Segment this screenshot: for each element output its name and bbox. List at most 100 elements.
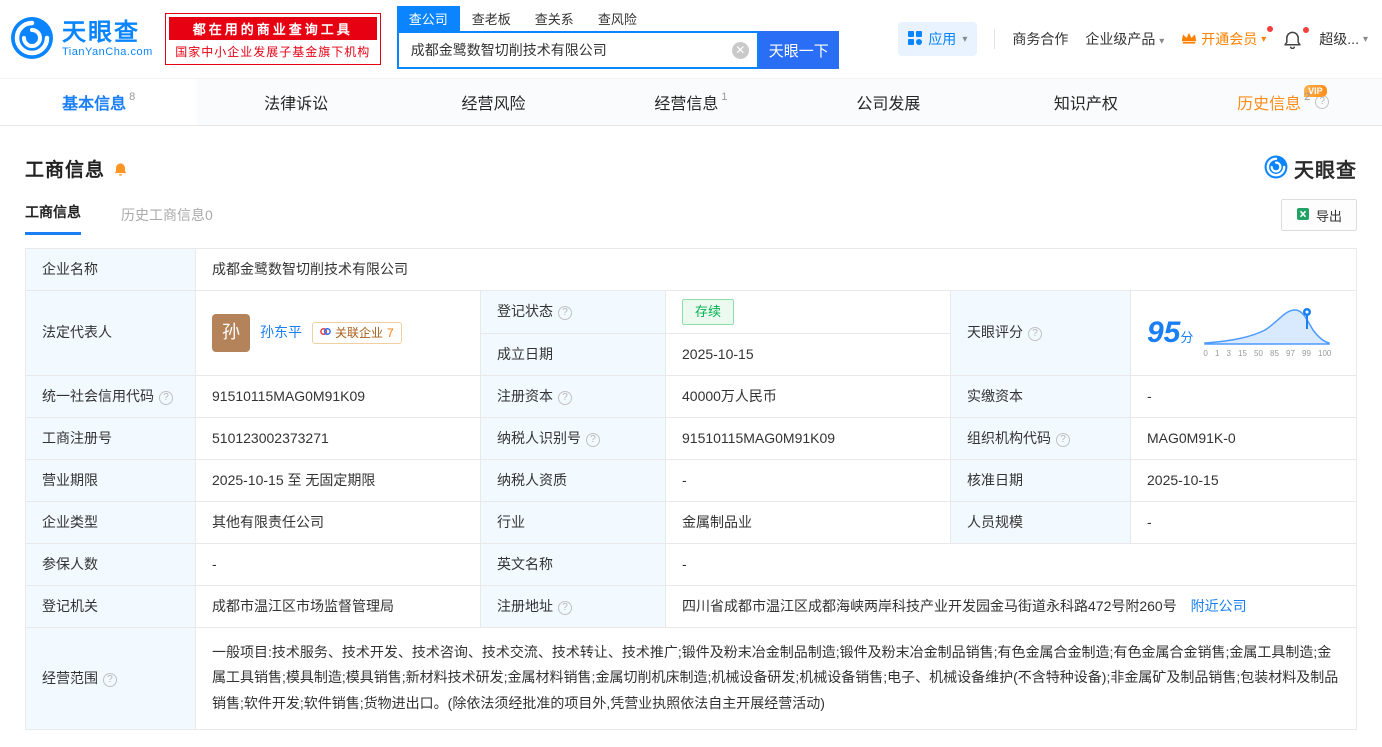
apps-grid-icon — [908, 30, 923, 48]
section-title: 工商信息 — [25, 160, 106, 181]
relation-icon — [320, 324, 331, 342]
related-companies-badge[interactable]: 关联企业 7 — [312, 321, 402, 344]
industry-value: 金属制品业 — [665, 500, 951, 544]
related-label: 关联企业 — [335, 325, 384, 340]
username: 超级... — [1319, 31, 1359, 47]
tab-label: 公司发展 — [856, 96, 921, 113]
help-icon[interactable]: ? — [1056, 432, 1070, 447]
tab-legal-proceedings[interactable]: 法律诉讼 — [197, 79, 394, 125]
table-row: 参保人数 - 英文名称 - — [25, 542, 1357, 586]
header-right: 应用 ▾ 商务合作 企业级产品 ▾ 开通会员 ▾ 超级... ▾ — [898, 22, 1368, 56]
table-row: 法定代表人 孙 孙东平 关联企业 7 登记状态 ? 存续 天眼评分 ? 95分 … — [25, 290, 1357, 376]
tab-history-info[interactable]: VIP 历史信息 2 ? — [1185, 79, 1382, 125]
user-menu[interactable]: 超级... ▾ — [1319, 29, 1368, 49]
field-label: 天眼评分? — [950, 290, 1131, 376]
help-icon[interactable]: ? — [586, 432, 600, 447]
field-label: 纳税人资质 — [480, 458, 666, 502]
tianyancha-logo-icon — [1264, 155, 1288, 182]
score-value: 95 — [1147, 315, 1181, 349]
tab-count: 2 — [1304, 91, 1311, 103]
help-icon[interactable]: ? — [159, 390, 173, 405]
table-row: 工商注册号 510123002373271 纳税人识别号? 91510115MA… — [25, 416, 1357, 460]
insured-count-value: - — [195, 542, 481, 586]
tianyancha-logo-icon — [10, 16, 54, 63]
reg-address-value: 四川省成都市温江区成都海峡两岸科技产业开发园金马街道永科路472号附260号 附… — [665, 584, 1357, 628]
help-icon[interactable]: ? — [103, 672, 117, 687]
taxpayer-quals-value: - — [665, 458, 951, 502]
field-label: 核准日期 — [950, 458, 1131, 502]
field-label: 注册资本? — [480, 374, 666, 418]
company-nav-tabs: 基本信息 8 法律诉讼 经营风险 经营信息 1 公司发展 知识产权 VIP 历史… — [0, 78, 1382, 126]
search-button[interactable]: 天眼一下 — [758, 31, 839, 69]
slogan-line1: 都在用的商业查询工具 — [168, 17, 377, 40]
approval-date-value: 2025-10-15 — [1130, 458, 1357, 502]
field-label: 组织机构代码? — [950, 416, 1131, 460]
business-cooperation-link[interactable]: 商务合作 — [1012, 29, 1068, 49]
search-input[interactable] — [410, 42, 732, 58]
apps-label: 应用 — [928, 31, 957, 47]
company-name-value: 成都金鹭数智切削技术有限公司 — [195, 248, 1357, 291]
company-type-value: 其他有限责任公司 — [195, 500, 481, 544]
legal-rep-cell: 孙 孙东平 关联企业 7 — [195, 290, 481, 376]
tab-label: 经营风险 — [461, 96, 526, 113]
status-badge: 存续 — [682, 299, 735, 325]
main-content: 工商信息 天眼查 工商信息 历史工商信息0 导出 企业名称 成都金鹭数智切削技术… — [0, 154, 1382, 731]
bell-icon — [1284, 31, 1301, 49]
brand-domain: TianYanCha.com — [62, 46, 153, 59]
tab-count: 1 — [721, 91, 728, 103]
apps-menu[interactable]: 应用 ▾ — [898, 22, 978, 56]
clear-search-icon[interactable]: ✕ — [731, 41, 749, 59]
org-code-value: MAG0M91K-0 — [1130, 416, 1357, 460]
brand-slogan: 都在用的商业查询工具 国家中小企业发展子基金旗下机构 — [164, 13, 381, 65]
open-vip-label: 开通会员 — [1201, 31, 1258, 47]
slogan-line2: 国家中小企业发展子基金旗下机构 — [175, 45, 371, 59]
credit-code-value: 91510115MAG0M91K09 — [195, 374, 481, 418]
table-row: 营业期限 2025-10-15 至 无固定期限 纳税人资质 - 核准日期 202… — [25, 458, 1357, 502]
tab-intellectual-property[interactable]: 知识产权 — [987, 79, 1184, 125]
subtab-business-info[interactable]: 工商信息 — [25, 202, 81, 235]
field-label: 注册地址? — [480, 584, 666, 628]
avatar[interactable]: 孙 — [212, 313, 250, 352]
score-curve-chart — [1204, 308, 1331, 345]
divider — [994, 29, 996, 49]
tab-operating-info[interactable]: 经营信息 1 — [592, 79, 789, 125]
help-icon[interactable]: ? — [1028, 327, 1042, 342]
crown-icon — [1181, 31, 1197, 48]
search-tab-risk[interactable]: 查风险 — [586, 6, 649, 31]
legal-rep-link[interactable]: 孙东平 — [260, 322, 302, 343]
field-label: 企业类型 — [25, 500, 196, 544]
help-icon[interactable]: ? — [558, 390, 572, 405]
watermark-logo: 天眼查 — [1264, 154, 1357, 183]
field-label: 行业 — [480, 500, 666, 544]
nearby-companies-link[interactable]: 附近公司 — [1191, 598, 1247, 614]
tab-basic-info[interactable]: 基本信息 8 — [0, 79, 198, 125]
tab-company-development[interactable]: 公司发展 — [790, 79, 987, 125]
notifications-bell[interactable] — [1283, 26, 1310, 49]
field-label: 成立日期 — [480, 332, 666, 376]
field-label: 英文名称 — [480, 542, 666, 586]
export-button[interactable]: 导出 — [1280, 199, 1357, 231]
score-cell: 95分 0 1 3 15 50 85 97 99 100 — [1130, 290, 1357, 376]
help-icon[interactable]: ? — [1315, 95, 1330, 109]
excel-icon — [1296, 207, 1310, 224]
table-row: 经营范围? 一般项目:技术服务、技术开发、技术咨询、技术交流、技术转让、技术推广… — [25, 626, 1357, 731]
search-tab-company[interactable]: 查公司 — [396, 6, 460, 31]
business-term-value: 2025-10-15 至 无固定期限 — [195, 458, 481, 502]
tianyancha-logo[interactable]: 天眼查 TianYanCha.com — [10, 16, 153, 63]
help-icon[interactable]: ? — [558, 600, 572, 615]
subtab-history-business-info[interactable]: 历史工商信息0 — [121, 205, 213, 235]
reg-capital-value: 40000万人民币 — [665, 374, 951, 418]
search-tab-boss[interactable]: 查老板 — [460, 6, 523, 31]
export-label: 导出 — [1315, 208, 1342, 224]
table-row: 登记机关 成都市温江区市场监督管理局 注册地址? 四川省成都市温江区成都海峡两岸… — [25, 584, 1357, 628]
score-chart: 0 1 3 15 50 85 97 99 100 — [1203, 305, 1331, 360]
reg-status-value: 存续 — [665, 290, 951, 334]
search-tab-relation[interactable]: 查关系 — [523, 6, 586, 31]
monitor-bell-icon[interactable] — [113, 161, 128, 177]
tab-operating-risk[interactable]: 经营风险 — [395, 79, 592, 125]
help-icon[interactable]: ? — [558, 306, 572, 321]
reg-number-value: 510123002373271 — [195, 416, 481, 460]
open-vip-menu[interactable]: 开通会员 ▾ — [1181, 26, 1274, 49]
search-area: 查公司 查老板 查关系 查风险 ✕ 天眼一下 — [396, 6, 839, 69]
enterprise-products-menu[interactable]: 企业级产品 ▾ — [1085, 29, 1164, 49]
